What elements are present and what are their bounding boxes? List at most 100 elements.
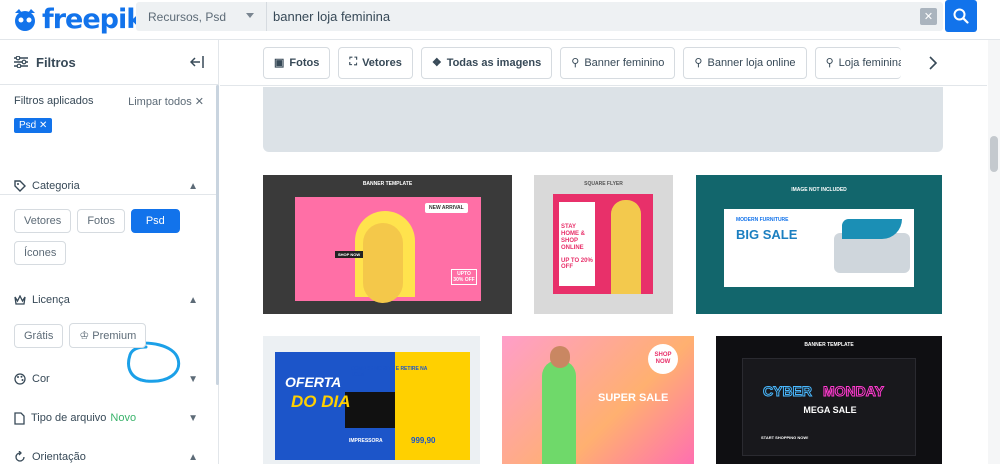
- orientation-title: Orientação: [32, 451, 86, 463]
- thumb-banner: NEW ARRIVAL SHOP NOW UPTO 30% OFF: [295, 197, 481, 303]
- collapse-sidebar-icon[interactable]: [190, 55, 204, 69]
- license-premium-button[interactable]: ♔ Premium: [69, 323, 147, 348]
- thumb-caption: BANNER TEMPLATE: [804, 342, 854, 348]
- category-icones-button[interactable]: Ícones: [14, 241, 67, 265]
- tag-banner-feminino[interactable]: ⚲ Banner feminino: [560, 46, 676, 79]
- logo-icon: [15, 8, 35, 31]
- result-thumbnail[interactable]: BANNER TEMPLATE NEW ARRIVAL SHOP NOW UPT…: [263, 175, 512, 314]
- color-title: Cor: [32, 373, 50, 385]
- chevron-right-icon[interactable]: [928, 56, 938, 70]
- search-icon: ⚲: [825, 57, 834, 69]
- crown-icon: [14, 294, 26, 305]
- ad-placeholder: [263, 87, 943, 152]
- file-icon: [14, 411, 25, 425]
- thumb-cta: START SHOPPING NOW!: [761, 435, 809, 440]
- category-title: Categoria: [32, 180, 80, 192]
- close-icon: ✕: [39, 120, 48, 131]
- thumb-title: SUPER SALE: [598, 392, 669, 404]
- logo-text: freepik: [42, 4, 144, 35]
- tag-vetores[interactable]: ⛶ Vetores: [338, 46, 413, 79]
- tag-todas-imagens[interactable]: ❖ Todas as imagens: [420, 46, 553, 79]
- orientation-section: Orientação ▲: [0, 446, 218, 468]
- thumb-sub: MODERN FURNITURE: [736, 217, 789, 223]
- filters-icon: [14, 56, 28, 68]
- chevron-down-icon: ▼: [188, 373, 198, 385]
- license-free-button[interactable]: Grátis: [14, 324, 64, 348]
- thumb-title: DO DIA: [291, 392, 351, 411]
- page-scrollbar[interactable]: [988, 40, 1000, 464]
- crown-icon: ♔: [79, 330, 90, 342]
- search-category-select[interactable]: Recursos, Psd: [136, 2, 267, 31]
- search-icon: ⚲: [694, 57, 703, 69]
- thumb-title: CYBER: [762, 383, 813, 400]
- chevron-up-icon: ▲: [188, 294, 198, 306]
- top-bar: freepik Recursos, Psd ✕: [0, 0, 1000, 40]
- color-section: Cor ▼: [0, 368, 218, 390]
- thumb-promo: UPTO 30% OFF: [451, 269, 477, 285]
- tag-fotos[interactable]: ▣ Fotos: [263, 46, 331, 79]
- category-header[interactable]: Categoria ▲: [14, 175, 204, 197]
- clear-search-button[interactable]: ✕: [920, 8, 937, 25]
- filters-title: Filtros: [36, 54, 76, 70]
- thumb-promo: UP TO 20% OFF: [561, 258, 593, 270]
- category-vetores-button[interactable]: Vetores: [14, 209, 72, 233]
- license-header[interactable]: Licença ▲: [14, 289, 204, 311]
- search-input[interactable]: [267, 2, 920, 31]
- thumb-title: STAY HOME & SHOP ONLINE: [561, 224, 585, 251]
- tag-loja-feminina[interactable]: ⚲ Loja feminina: [814, 46, 901, 79]
- thumb-caption: BANNER TEMPLATE: [362, 181, 413, 187]
- category-icon: [14, 180, 26, 192]
- clear-all-button[interactable]: Limpar todos ✕: [128, 95, 204, 108]
- file-type-title: Tipo de arquivo: [31, 412, 107, 424]
- search-icon: [953, 8, 969, 24]
- thumb-caption: SQUARE FLYER: [584, 181, 623, 187]
- scrollbar-thumb[interactable]: [990, 136, 998, 172]
- result-thumbnail[interactable]: SHOP NOW SUPER SALE: [502, 336, 694, 464]
- thumb-title: MONDAY: [823, 383, 885, 400]
- orientation-header[interactable]: Orientação ▲: [14, 446, 204, 468]
- images-icon: ❖: [431, 57, 442, 69]
- thumb-cta: SHOP NOW: [335, 251, 364, 258]
- result-thumbnail[interactable]: STAY HOME & SHOP ONLINE UP TO 20% OFF SQ…: [534, 175, 673, 314]
- thumb-badge: NEW ARRIVAL: [425, 203, 468, 213]
- thumb-badge: SHOP NOW: [654, 352, 672, 365]
- result-thumbnail[interactable]: OFERTA DO DIA COMPRE NO SITE E RETIRE NA…: [263, 336, 480, 464]
- result-thumbnail[interactable]: IMAGE NOT INCLUDED MODERN FURNITURE BIG …: [696, 175, 942, 314]
- related-tags: ▣ Fotos ⛶ Vetores ❖ Todas as imagens ⚲ Banne…: [220, 40, 987, 86]
- chevron-up-icon: ▲: [188, 451, 198, 463]
- orientation-icon: [15, 451, 25, 462]
- file-type-section: Tipo de arquivo Novo ▼: [0, 407, 218, 429]
- search-button[interactable]: [945, 0, 977, 32]
- new-badge: Novo: [110, 412, 137, 424]
- thumb-caption: IMAGE NOT INCLUDED: [791, 187, 847, 193]
- applied-filter-chip[interactable]: Psd ✕: [14, 118, 53, 133]
- color-header[interactable]: Cor ▼: [14, 368, 204, 390]
- tag-banner-loja-online[interactable]: ⚲ Banner loja online: [683, 46, 807, 79]
- palette-icon: [14, 373, 26, 385]
- thumb-sub: MEGA SALE: [803, 405, 857, 415]
- vector-icon: ⛶: [349, 56, 358, 68]
- close-icon: ✕: [194, 96, 204, 108]
- filters-header: Filtros: [0, 40, 218, 85]
- thumb-title: OFERTA: [285, 374, 342, 390]
- category-section: Categoria ▲ Vetores Fotos Psd Ícones: [0, 175, 218, 383]
- category-psd-button[interactable]: Psd: [130, 209, 180, 233]
- thumb-sub: COMPRE NO SITE E RETIRE NA LOJA: [351, 366, 428, 378]
- search-bar: Recursos, Psd ✕: [136, 2, 943, 31]
- license-section: Licença ▲ Grátis ♔ Premium: [0, 289, 218, 348]
- results-area: ▣ Fotos ⛶ Vetores ❖ Todas as imagens ⚲ Banne…: [220, 40, 987, 464]
- license-title: Licença: [32, 294, 70, 306]
- freepik-logo[interactable]: freepik: [10, 4, 144, 35]
- applied-filters-label: Filtros aplicados: [14, 95, 94, 107]
- filters-sidebar: Filtros Filtros aplicados Limpar todos ✕…: [0, 40, 219, 464]
- thumb-price: 999,90: [411, 436, 436, 445]
- close-icon: ✕: [923, 11, 934, 23]
- file-type-header[interactable]: Tipo de arquivo Novo ▼: [14, 407, 204, 429]
- chevron-down-icon: ▼: [188, 412, 198, 424]
- thumb-item: IMPRESSORA: [349, 438, 383, 444]
- sidebar-scrollbar[interactable]: [216, 85, 219, 385]
- search-icon: ⚲: [571, 57, 580, 69]
- search-category-value: Recursos, Psd: [148, 9, 227, 24]
- result-thumbnail[interactable]: BANNER TEMPLATE CYBER MONDAY MEGA SALE S…: [716, 336, 942, 464]
- category-fotos-button[interactable]: Fotos: [77, 209, 125, 233]
